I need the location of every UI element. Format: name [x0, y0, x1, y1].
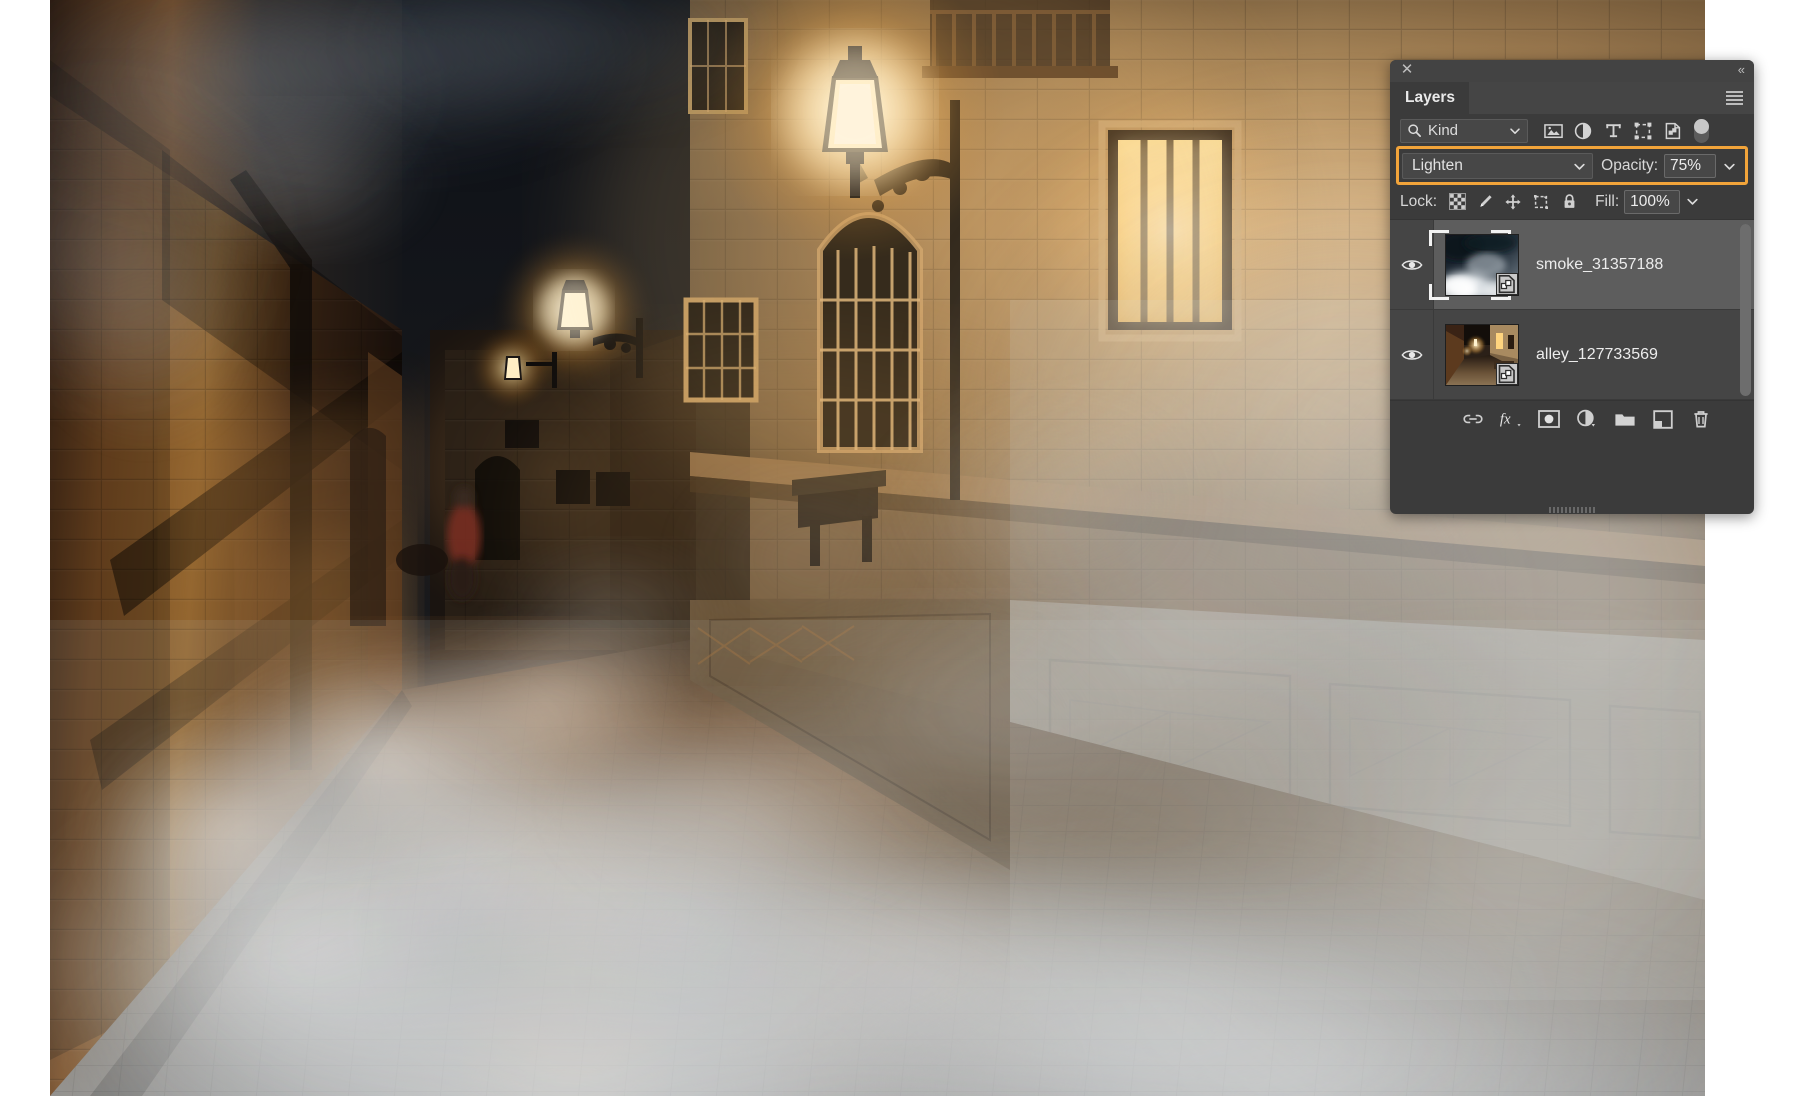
panel-body: Kind Lighten Opacity: 75% Lock: Fill: 10…	[1390, 114, 1754, 513]
lock-all-icon[interactable]	[1555, 190, 1583, 214]
filter-pixel-layers-icon[interactable]	[1538, 119, 1568, 143]
filter-enable-toggle[interactable]	[1694, 118, 1709, 143]
close-icon[interactable]: ✕	[1399, 62, 1415, 78]
panel-resize-grip[interactable]	[1549, 507, 1595, 513]
opacity-input[interactable]: 75%	[1664, 154, 1716, 178]
lock-image-pixels-icon[interactable]	[1471, 190, 1499, 214]
fill-value: 100%	[1630, 192, 1670, 210]
layer-thumbnail-cell[interactable]	[1434, 323, 1530, 386]
filter-smart-objects-icon[interactable]	[1658, 119, 1688, 143]
panel-footer-toolbar: fx	[1390, 401, 1754, 437]
layer-thumbnail-cell[interactable]	[1429, 229, 1530, 300]
opacity-label: Opacity:	[1601, 157, 1658, 174]
blend-mode-select[interactable]: Lighten	[1402, 153, 1594, 179]
chevron-down-icon	[1723, 163, 1735, 170]
search-icon	[1408, 124, 1421, 137]
chevron-down-icon	[1687, 198, 1698, 205]
lock-artboard-nesting-icon[interactable]	[1527, 190, 1555, 214]
lock-transparent-pixels-icon[interactable]	[1443, 190, 1471, 214]
chevron-down-icon	[1510, 127, 1520, 134]
smart-object-badge-icon	[1496, 272, 1518, 295]
layer-visibility-toggle[interactable]	[1390, 220, 1434, 309]
opacity-dropdown-button[interactable]	[1716, 154, 1742, 178]
double-chevron-left-icon[interactable]: «	[1738, 62, 1745, 78]
panel-menu-icon[interactable]	[1726, 91, 1743, 105]
fill-dropdown-button[interactable]	[1680, 190, 1704, 214]
filter-row: Kind	[1390, 114, 1754, 144]
lock-position-icon[interactable]	[1499, 190, 1527, 214]
smart-object-badge-icon	[1496, 362, 1518, 385]
layer-name: smoke_31357188	[1536, 255, 1664, 273]
svg-text:fx: fx	[1500, 412, 1511, 428]
eye-icon	[1400, 349, 1423, 360]
filter-kind-select[interactable]: Kind	[1400, 118, 1528, 143]
table-row[interactable]: smoke_31357188	[1390, 220, 1754, 310]
filter-type-layers-icon[interactable]	[1598, 119, 1628, 143]
filter-shape-layers-icon[interactable]	[1628, 119, 1658, 143]
opacity-value: 75%	[1670, 157, 1702, 174]
filter-icon-group	[1538, 118, 1709, 143]
layer-name: alley_127733569	[1536, 345, 1658, 363]
fill-label: Fill:	[1595, 192, 1620, 210]
new-layer-icon[interactable]	[1650, 406, 1676, 432]
layer-list[interactable]: smoke_31357188 alley_127733569	[1390, 219, 1754, 401]
panel-topbar: ✕ «	[1390, 60, 1754, 82]
blend-row: Lighten Opacity: 75%	[1402, 153, 1742, 179]
lock-label: Lock:	[1400, 192, 1438, 210]
smoke-thumbnail	[1445, 233, 1519, 296]
tab-layers[interactable]: Layers	[1390, 82, 1469, 114]
alley-thumbnail	[1445, 323, 1519, 386]
table-row[interactable]: alley_127733569	[1390, 310, 1754, 400]
eye-icon	[1400, 259, 1423, 270]
new-group-icon[interactable]	[1612, 406, 1638, 432]
link-layers-icon[interactable]	[1460, 406, 1486, 432]
delete-layer-icon[interactable]	[1688, 406, 1714, 432]
chevron-down-icon	[1574, 163, 1585, 170]
blend-mode-value: Lighten	[1412, 157, 1463, 174]
filter-kind-label: Kind	[1428, 122, 1459, 139]
layer-style-fx-icon[interactable]: fx	[1498, 406, 1524, 432]
filter-adjustment-layers-icon[interactable]	[1568, 119, 1598, 143]
tab-layers-label: Layers	[1405, 89, 1455, 106]
add-layer-mask-icon[interactable]	[1536, 406, 1562, 432]
layer-list-scrollbar[interactable]	[1740, 224, 1751, 396]
new-adjustment-layer-icon[interactable]	[1574, 406, 1600, 432]
lock-row: Lock: Fill: 100%	[1390, 185, 1754, 215]
layers-panel[interactable]: ✕ « Layers Kind Lighten Opacity: 75% Loc…	[1390, 60, 1754, 514]
blend-opacity-highlight: Lighten Opacity: 75%	[1396, 146, 1748, 185]
fill-input[interactable]: 100%	[1624, 189, 1681, 214]
layer-visibility-toggle[interactable]	[1390, 310, 1434, 399]
panel-tab-row: Layers	[1390, 82, 1754, 114]
